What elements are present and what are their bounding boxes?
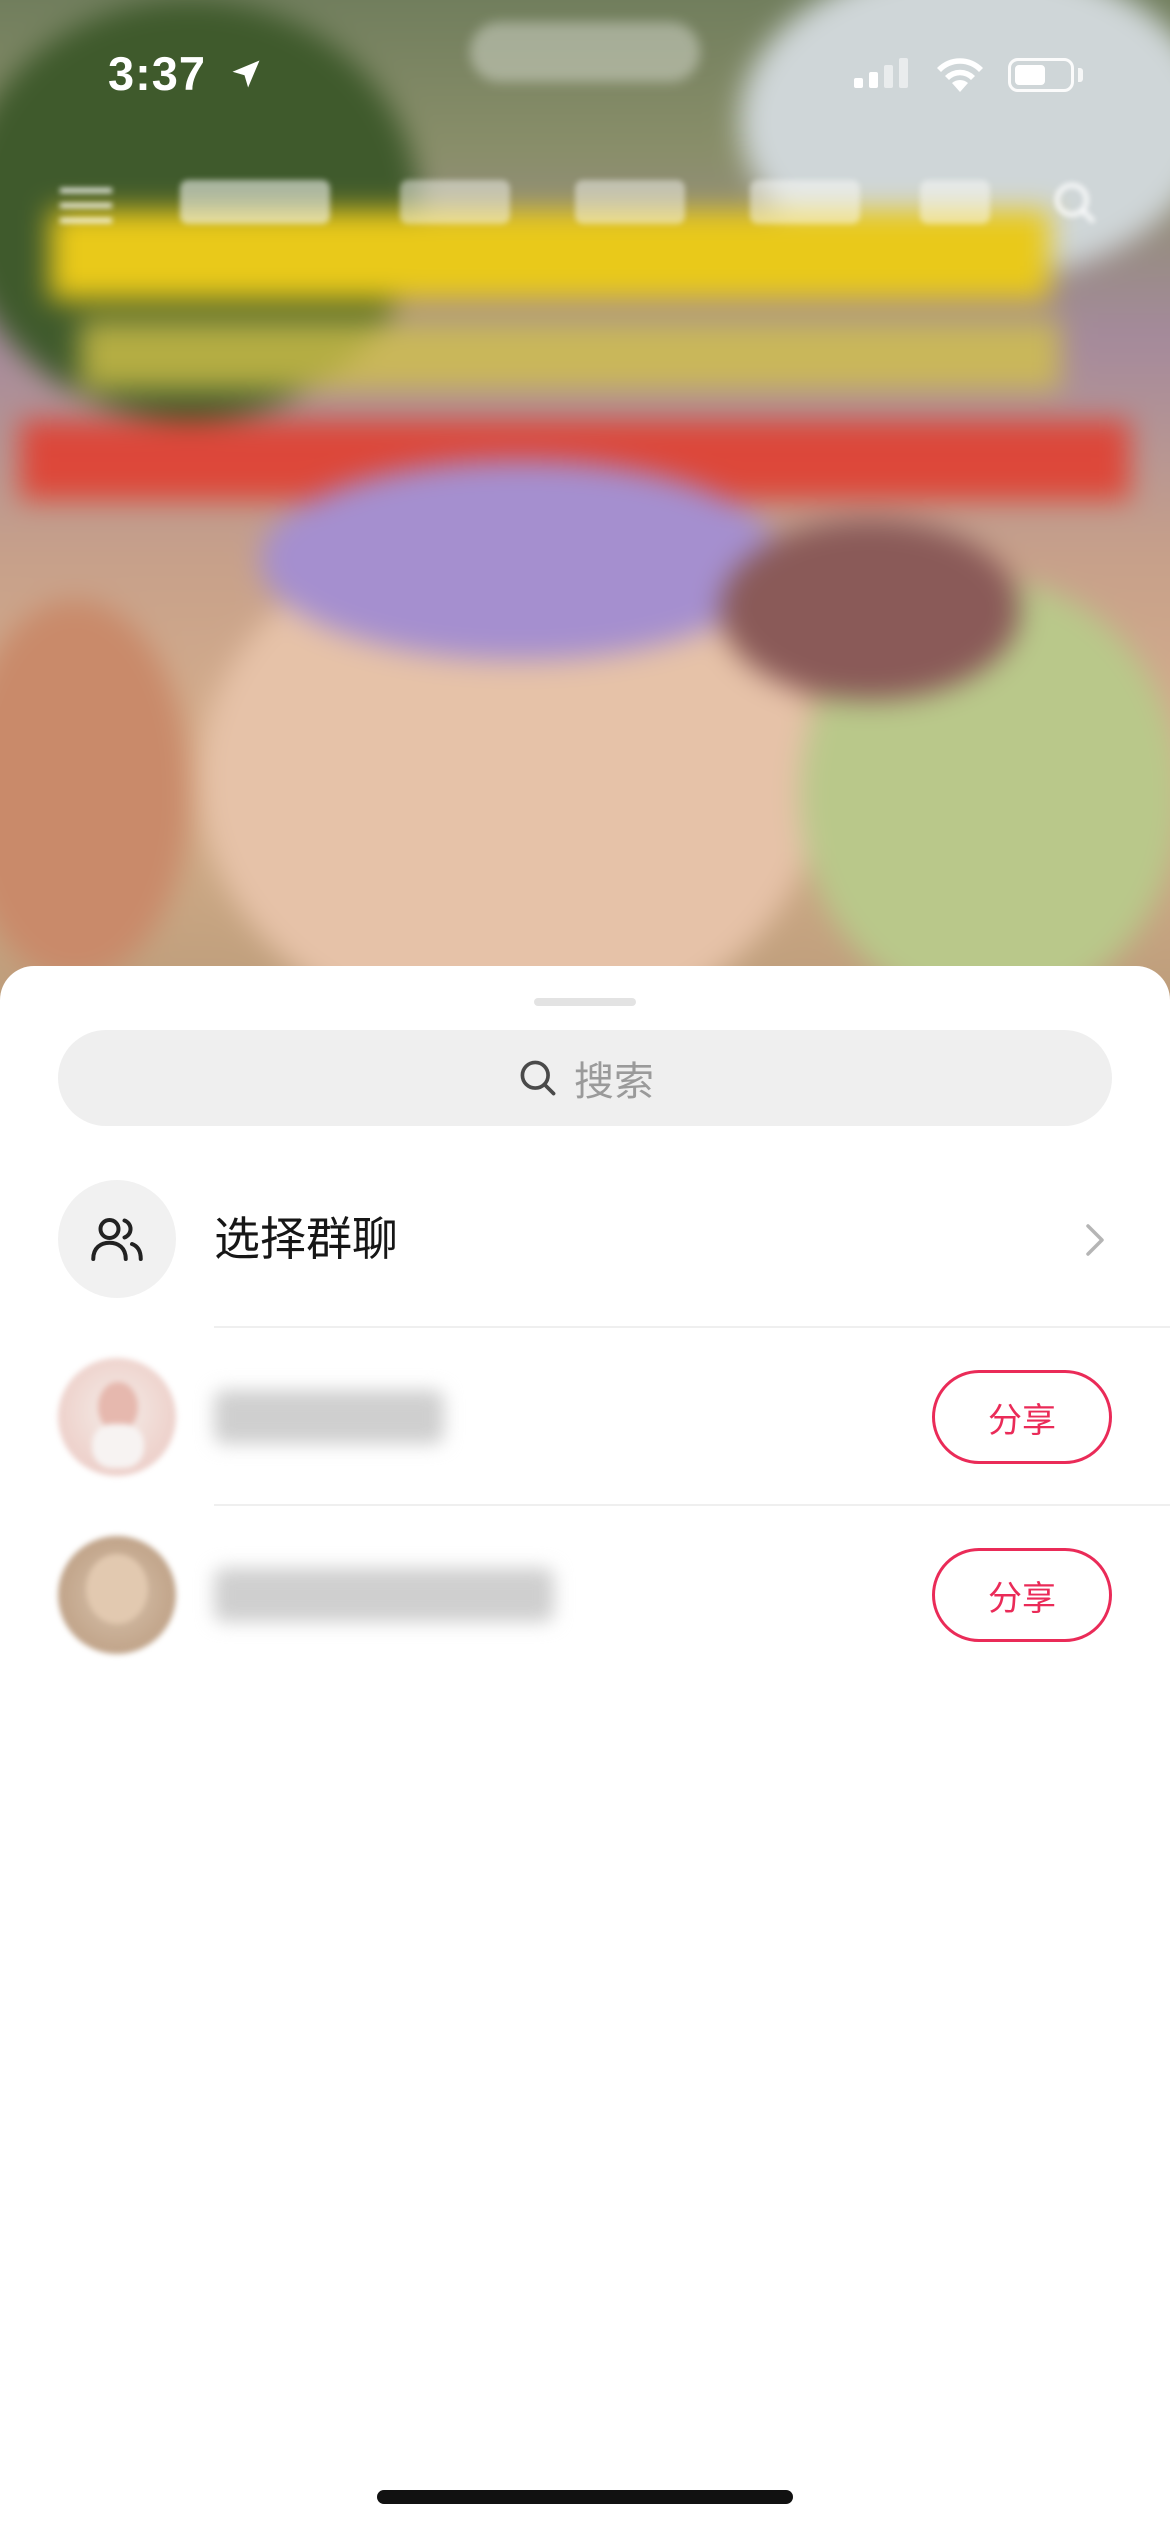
top-navigation-blurred [0,170,1170,240]
select-group-chat-row[interactable]: 选择群聊 [0,1150,1170,1328]
background-video [0,0,1170,1000]
battery-icon [1008,58,1074,92]
chevron-right-icon [1086,1224,1104,1256]
nav-tab-placeholder [400,180,510,224]
share-button[interactable]: 分享 [932,1548,1112,1642]
home-indicator [377,2490,793,2504]
search-icon [1054,182,1096,224]
contact-name-redacted [214,1390,444,1444]
sheet-grabber[interactable] [534,998,636,1006]
cellular-signal-icon [854,58,908,88]
contact-row[interactable]: 分享 [0,1328,1170,1506]
avatar [58,1358,176,1476]
menu-icon [60,188,112,223]
contact-row[interactable]: 分享 [0,1506,1170,1684]
location-arrow-icon [232,60,260,88]
status-time: 3:37 [108,47,207,100]
contact-name-redacted [214,1568,554,1622]
nav-tab-placeholder [575,180,685,224]
search-input[interactable]: 搜索 [58,1030,1112,1126]
avatar [58,1536,176,1654]
dynamic-island-pill [470,22,700,82]
search-placeholder: 搜索 [574,1059,654,1105]
wifi-icon [937,58,983,92]
status-bar: 3:37 [0,0,1170,150]
share-sheet: 搜索 选择群聊 分享 分享 [0,966,1170,2532]
nav-tab-placeholder [750,180,860,224]
search-icon [520,1060,556,1096]
group-chat-avatar [58,1180,176,1298]
share-button[interactable]: 分享 [932,1370,1112,1464]
group-users-icon [91,1218,143,1261]
nav-tab-placeholder [180,180,330,224]
select-group-chat-label: 选择群聊 [214,1212,398,1266]
nav-tab-placeholder [920,180,990,224]
battery-tip [1078,68,1083,82]
